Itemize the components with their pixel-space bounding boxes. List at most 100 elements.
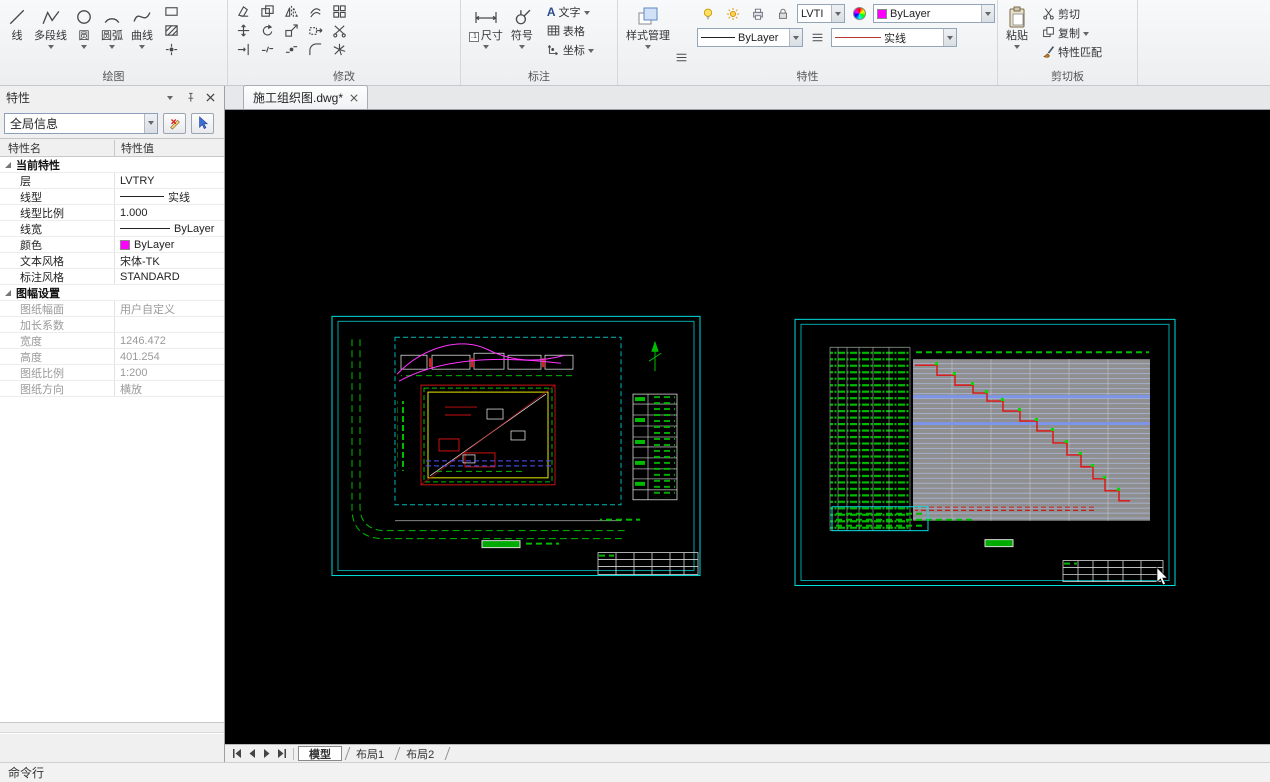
drawing-canvas[interactable] [225,110,1270,744]
style-menu-button[interactable] [674,49,689,66]
copy-label: 复制 [1058,27,1080,40]
join-tool-button[interactable] [280,41,302,58]
circle-tool-button[interactable]: 圆 [71,2,97,51]
bulb-icon [703,8,713,19]
line-icon [8,4,26,30]
match-properties-button[interactable]: 特性匹配 [1038,43,1106,60]
layer-lock-button[interactable] [772,5,794,22]
offset-tool-button[interactable] [304,3,326,20]
collapse-icon [5,289,11,296]
edit-icon [169,119,180,130]
fillet-tool-button[interactable] [304,41,326,58]
panel-close-button[interactable] [202,90,218,105]
chevron-down-icon [167,96,173,100]
trim-tool-button[interactable] [328,22,350,39]
menu-icon [676,53,687,62]
paste-button[interactable]: 粘贴 [1002,2,1032,51]
linestyle-menu-button[interactable] [806,29,828,46]
cut-button[interactable]: 剪切 [1038,5,1106,22]
panel-pin-button[interactable] [182,90,198,105]
stretch-tool-button[interactable] [304,22,326,39]
scale-tool-button[interactable] [280,22,302,39]
select-objects-button[interactable] [191,112,214,134]
panel-menu-button[interactable] [162,90,178,105]
mirror-tool-button[interactable] [280,3,302,20]
property-row-orientation: 图纸方向 横放 [0,381,224,397]
dimension-tool-button[interactable]: .1 尺寸 [465,2,507,51]
extend-tool-button[interactable] [232,41,254,58]
symbol-tool-button[interactable]: 符号 [507,2,537,51]
copy-button[interactable]: 复制 [1038,24,1106,41]
coordinate-tool-button[interactable]: 坐标 [543,41,598,58]
properties-group-label: 特性 [796,71,819,83]
hatch-tool-button[interactable] [160,22,182,39]
group-row-current[interactable]: 当前特性 [0,157,224,173]
linestyle-select[interactable]: 实线 [831,28,957,47]
property-row-linetype: 线型 实线 [0,189,224,205]
last-layout-button[interactable] [274,747,289,761]
explode-icon [333,43,345,56]
chevron-down-icon [144,113,157,133]
color-picker-button[interactable] [848,5,870,22]
array-tool-button[interactable] [328,3,350,20]
document-tab[interactable]: 施工组织图.dwg* [243,85,369,109]
break-tool-button[interactable] [256,41,278,58]
linestyle-sample [835,37,881,38]
group-row-sheet[interactable]: 图幅设置 [0,285,224,301]
tab-layout2[interactable]: 布局2 [398,746,442,761]
color-select-value: ByLayer [890,7,931,20]
spline-tool-button[interactable]: 曲线 [127,2,157,51]
copy-tool-button[interactable] [256,3,278,20]
current-color-swatch [877,8,887,19]
move-icon [237,24,249,37]
trim-icon [332,25,346,38]
layer-select[interactable]: LVTI [797,4,845,23]
line-tool-button[interactable]: 线 [4,2,30,45]
chevron-down-icon [1083,31,1089,36]
explode-tool-button[interactable] [328,41,350,58]
status-bar: 命令行 [0,762,1270,782]
chevron-down-icon [831,5,844,22]
mouse-cursor [1156,566,1169,586]
layer-plot-button[interactable] [747,5,769,22]
table-tool-button[interactable]: 表格 [543,22,598,39]
command-line-label[interactable]: 命令行 [8,764,44,781]
color-select[interactable]: ByLayer [873,4,995,23]
chevron-down-icon [1014,45,1020,49]
first-layout-button[interactable] [229,747,244,761]
next-layout-button[interactable] [259,747,274,761]
properties-table: 特性名 特性值 当前特性 层 LVTRY 线型 实线 线型比例 1.000 线宽… [0,138,224,397]
rectangle-tool-button[interactable] [160,3,182,20]
layer-on-button[interactable] [697,5,719,22]
chevron-down-icon [789,29,802,46]
ribbon-filler [1138,0,1270,85]
text-tool-button[interactable]: A 文字 [543,3,598,20]
document-tab-bar: 施工组织图.dwg* [225,85,1270,110]
arc-tool-button[interactable]: 圆弧 [97,2,127,51]
tab-model[interactable]: 模型 [298,746,342,761]
property-row-text-style: 文本风格 宋体-TK [0,253,224,269]
polyline-tool-button[interactable]: 多段线 [30,2,71,51]
hatch-icon [164,25,178,36]
erase-tool-button[interactable] [232,3,254,20]
previous-layout-button[interactable] [244,747,259,761]
close-icon[interactable] [350,93,358,102]
layer-thaw-button[interactable] [722,5,744,22]
ribbon: 线 多段线 圆 圆弧 曲线 绘图 修改 .1 尺寸 符号 A 文字 表格 坐标 … [0,0,1270,86]
linestyle-select-value: 实线 [884,32,906,45]
move-tool-button[interactable] [232,22,254,39]
property-row-color: 颜色 ByLayer [0,237,224,253]
linetype-sample [120,196,164,197]
point-tool-button[interactable] [160,41,182,58]
text-tool-label: 文字 [558,6,581,19]
tab-layout1[interactable]: 布局1 [348,746,392,761]
scope-select[interactable]: 全局信息 [4,112,158,134]
property-row-scale: 图纸比例 1:200 [0,365,224,381]
scale-icon [284,24,298,37]
edit-properties-button[interactable] [163,112,186,134]
circle-tool-label: 圆 [78,30,90,42]
rotate-tool-button[interactable] [256,22,278,39]
offset-icon [309,8,321,18]
style-manager-button[interactable]: 样式管理 [622,2,674,51]
linetype-select[interactable]: ByLayer [697,28,803,47]
